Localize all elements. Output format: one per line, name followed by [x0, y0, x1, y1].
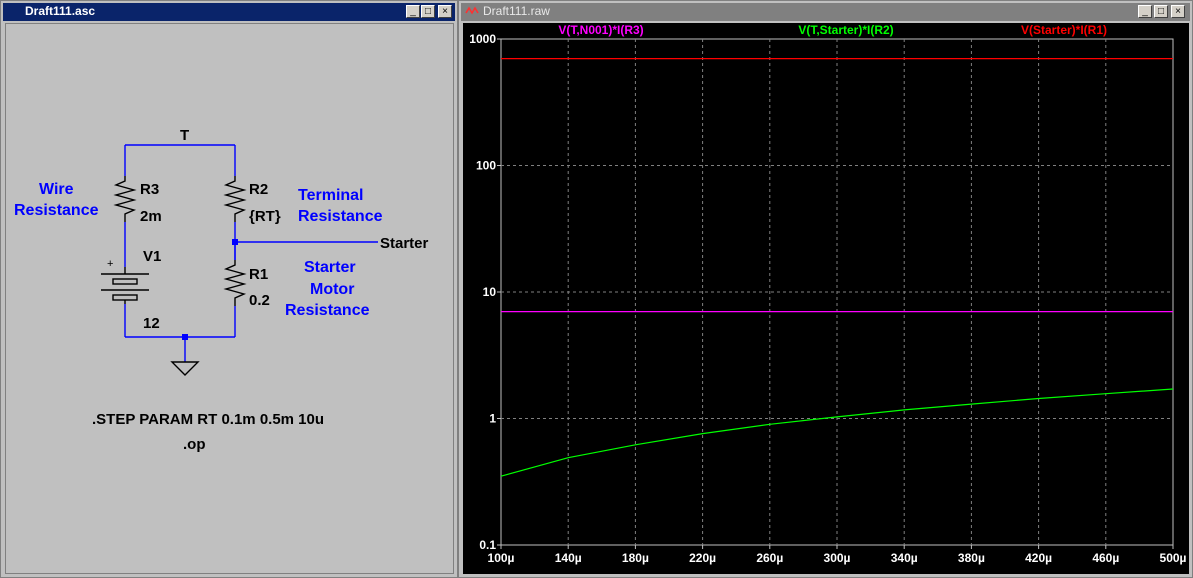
y-tick-label: 100 [476, 159, 496, 173]
x-tick-label: 260µ [756, 551, 783, 565]
schematic-drawing[interactable]: T Starter R3 2m R2 {RT} R1 0.2 V1 12 + W… [6, 24, 455, 575]
trace-legend-label[interactable]: V(T,Starter)*I(R2) [798, 23, 893, 37]
plot-canvas[interactable]: 100µ 140µ 180µ 220µ 260µ 300µ 340µ 380µ 420µ 460µ… [463, 23, 1189, 574]
x-tick-label: 300µ [824, 551, 851, 565]
v1-name-label[interactable]: V1 [143, 248, 161, 265]
maximize-button[interactable]: □ [1154, 5, 1168, 18]
y-tick-label: 1000 [469, 32, 496, 46]
close-button[interactable]: × [438, 5, 452, 18]
comment-terminal-line2[interactable]: Resistance [298, 208, 383, 225]
r2-value-label[interactable]: {RT} [249, 208, 281, 225]
wires [124, 144, 378, 362]
r2-name-label[interactable]: R2 [249, 181, 268, 198]
schematic-window[interactable]: Draft111.asc _ □ × T Starter R3 2m R2 {R… [0, 0, 458, 578]
resistor-r2-symbol[interactable] [223, 176, 247, 222]
x-tick-label: 100µ [488, 551, 515, 565]
schematic-title: Draft111.asc [25, 4, 96, 18]
r1-name-label[interactable]: R1 [249, 266, 268, 283]
x-tick-label: 140µ [555, 551, 582, 565]
maximize-button[interactable]: □ [421, 5, 435, 18]
comment-starter-line3[interactable]: Resistance [285, 302, 370, 319]
r1-value-label[interactable]: 0.2 [249, 292, 270, 309]
y-tick-label: 1 [489, 412, 496, 426]
directive-step[interactable]: .STEP PARAM RT 0.1m 0.5m 10u [92, 411, 324, 428]
waveform-icon [465, 6, 479, 15]
minimize-button[interactable]: _ [406, 5, 420, 18]
schematic-canvas[interactable]: T Starter R3 2m R2 {RT} R1 0.2 V1 12 + W… [5, 23, 454, 574]
comment-starter-line2[interactable]: Motor [310, 281, 354, 298]
legend[interactable]: V(T,N001)*I(R3) V(T,Starter)*I(R2) V(Start… [558, 23, 1107, 37]
plot-title: Draft111.raw [483, 4, 550, 18]
trace-legend-label[interactable]: V(Starter)*I(R1) [1021, 23, 1107, 37]
comment-wire-line1[interactable]: Wire [39, 181, 74, 198]
r3-name-label[interactable]: R3 [140, 181, 159, 198]
trace-line[interactable] [500, 388, 1174, 477]
comment-starter-line1[interactable]: Starter [304, 259, 356, 276]
x-tick-label: 420µ [1025, 551, 1052, 565]
ground-symbol[interactable] [170, 361, 200, 376]
y-tick-label: 10 [483, 285, 497, 299]
v1-value-label[interactable]: 12 [143, 315, 160, 332]
junction-ground [182, 334, 188, 340]
schematic-titlebar[interactable]: Draft111.asc _ □ × [3, 3, 455, 21]
plot-window[interactable]: Draft111.raw _ □ × 100µ 140µ 180µ 220µ 260µ 3… [458, 0, 1193, 578]
v1-plus-sign: + [107, 258, 113, 270]
y-tick-label: 0.1 [479, 538, 496, 552]
waveform-plot[interactable]: 100µ 140µ 180µ 220µ 260µ 300µ 340µ 380µ 420µ 460µ… [463, 23, 1191, 576]
comment-wire-line2[interactable]: Resistance [14, 202, 99, 219]
trace-legend-label[interactable]: V(T,N001)*I(R3) [558, 23, 643, 37]
junction-starter [232, 239, 238, 245]
x-tick-label: 500µ [1160, 551, 1187, 565]
net-label-starter[interactable]: Starter [380, 235, 429, 252]
plot-titlebar[interactable]: Draft111.raw _ □ × [461, 3, 1190, 21]
x-tick-label: 340µ [891, 551, 918, 565]
resistor-r1-symbol[interactable] [223, 260, 247, 306]
r3-value-label[interactable]: 2m [140, 208, 162, 225]
directive-op[interactable]: .op [183, 436, 206, 453]
battery-v1-symbol[interactable] [101, 267, 149, 304]
minimize-button[interactable]: _ [1138, 5, 1152, 18]
net-label-t[interactable]: T [180, 127, 189, 144]
x-tick-label: 460µ [1092, 551, 1119, 565]
x-tick-label: 380µ [958, 551, 985, 565]
comment-terminal-line1[interactable]: Terminal [298, 187, 364, 204]
x-tick-label: 180µ [622, 551, 649, 565]
close-button[interactable]: × [1171, 5, 1185, 18]
resistor-r3-symbol[interactable] [113, 176, 137, 222]
x-tick-label: 220µ [689, 551, 716, 565]
grid [497, 38, 1174, 549]
tick-labels: 100µ 140µ 180µ 220µ 260µ 300µ 340µ 380µ 420µ 460µ… [469, 32, 1186, 565]
